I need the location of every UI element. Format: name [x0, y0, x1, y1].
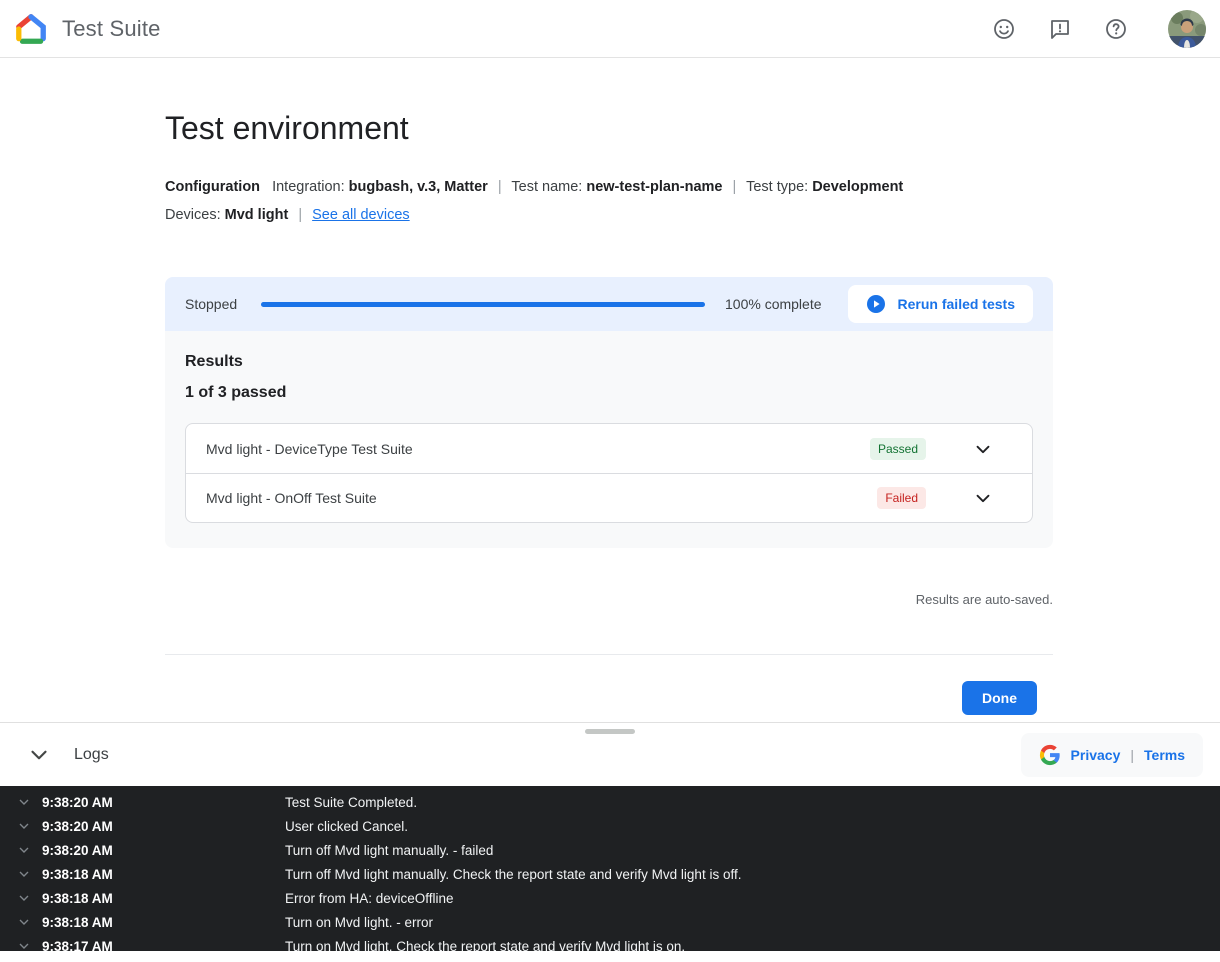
privacy-link[interactable]: Privacy	[1071, 747, 1121, 763]
chevron-down-icon[interactable]	[16, 866, 34, 882]
see-all-devices-link[interactable]: See all devices	[312, 207, 410, 223]
google-logo-icon	[1039, 744, 1061, 766]
status-badge-failed: Failed	[877, 487, 926, 509]
log-message: User clicked Cancel.	[285, 819, 408, 834]
chevron-down-icon[interactable]	[16, 794, 34, 810]
integration-value: bugbash, v.3, Matter	[349, 179, 488, 195]
integration-label: Integration:	[272, 179, 345, 195]
result-name: Mvd light - OnOff Test Suite	[206, 490, 877, 506]
log-message: Turn off Mvd light manually. - failed	[285, 843, 493, 858]
configuration-block: Configuration Integration: bugbash, v.3,…	[165, 173, 1053, 229]
log-timestamp: 9:38:20 AM	[42, 843, 285, 858]
log-row: 9:38:20 AM Turn off Mvd light manually. …	[0, 838, 1220, 862]
test-type-value: Development	[812, 179, 903, 195]
chevron-down-icon[interactable]	[972, 487, 994, 509]
chevron-down-icon[interactable]	[972, 438, 994, 460]
log-message: Error from HA: deviceOffline	[285, 891, 454, 906]
test-name-label: Test name:	[511, 179, 582, 195]
chevron-down-icon[interactable]	[16, 938, 34, 951]
log-timestamp: 9:38:20 AM	[42, 795, 285, 810]
results-summary: 1 of 3 passed	[185, 384, 1033, 402]
log-row: 9:38:20 AM Test Suite Completed.	[0, 790, 1220, 814]
log-row: 9:38:20 AM User clicked Cancel.	[0, 814, 1220, 838]
progress-bar	[261, 302, 705, 307]
autosave-note: Results are auto-saved.	[165, 592, 1053, 607]
logs-bar: Logs Privacy | Terms	[0, 722, 1220, 786]
terms-link[interactable]: Terms	[1144, 747, 1185, 763]
page-title: Test environment	[165, 110, 1053, 147]
separator: |	[298, 207, 302, 223]
avatar-image	[1168, 10, 1206, 48]
test-type-label: Test type:	[746, 179, 808, 195]
logs-title: Logs	[74, 746, 109, 764]
chevron-down-icon[interactable]	[16, 818, 34, 834]
progress-strip: Stopped 100% complete Rerun failed tests	[165, 277, 1053, 331]
main-content: Test environment Configuration Integrati…	[165, 110, 1053, 715]
chevron-down-icon[interactable]	[16, 914, 34, 930]
separator: |	[498, 179, 502, 195]
log-timestamp: 9:38:17 AM	[42, 939, 285, 952]
results-list: Mvd light - DeviceType Test Suite Passed…	[185, 423, 1033, 523]
panel-drag-handle[interactable]	[585, 729, 635, 734]
log-row: 9:38:18 AM Turn off Mvd light manually. …	[0, 862, 1220, 886]
devices-label: Devices:	[165, 207, 221, 223]
feedback-smiley-icon[interactable]	[992, 17, 1016, 41]
header-actions	[992, 10, 1206, 48]
results-title: Results	[185, 353, 1033, 371]
status-card: Stopped 100% complete Rerun failed tests…	[165, 277, 1053, 548]
devices-line: Devices: Mvd light | See all devices	[165, 201, 1053, 229]
footer-divider	[165, 654, 1053, 655]
google-home-logo-icon	[14, 12, 48, 46]
log-timestamp: 9:38:18 AM	[42, 867, 285, 882]
rerun-button-label: Rerun failed tests	[898, 296, 1015, 312]
log-message: Test Suite Completed.	[285, 795, 417, 810]
separator: |	[1130, 747, 1134, 763]
result-row[interactable]: Mvd light - OnOff Test Suite Failed	[186, 473, 1032, 522]
send-feedback-icon[interactable]	[1048, 17, 1072, 41]
progress-label: 100% complete	[725, 296, 822, 312]
configuration-label: Configuration	[165, 179, 260, 195]
done-button[interactable]: Done	[962, 681, 1037, 715]
logs-collapse-chevron-icon[interactable]	[26, 742, 52, 768]
log-row: 9:38:18 AM Error from HA: deviceOffline	[0, 886, 1220, 910]
log-timestamp: 9:38:18 AM	[42, 915, 285, 930]
log-timestamp: 9:38:18 AM	[42, 891, 285, 906]
avatar[interactable]	[1168, 10, 1206, 48]
separator: |	[733, 179, 737, 195]
test-name-value: new-test-plan-name	[586, 179, 722, 195]
log-message: Turn on Mvd light. Check the report stat…	[285, 939, 685, 952]
rerun-failed-tests-button[interactable]: Rerun failed tests	[848, 285, 1033, 323]
log-timestamp: 9:38:20 AM	[42, 819, 285, 834]
devices-value: Mvd light	[225, 207, 289, 223]
legal-card: Privacy | Terms	[1021, 733, 1203, 777]
done-row: Done	[165, 681, 1053, 715]
log-panel: 9:38:20 AM Test Suite Completed. 9:38:20…	[0, 786, 1220, 951]
app-header: Test Suite	[0, 0, 1220, 58]
chevron-down-icon[interactable]	[16, 842, 34, 858]
result-name: Mvd light - DeviceType Test Suite	[206, 441, 870, 457]
log-row: 9:38:18 AM Turn on Mvd light. - error	[0, 910, 1220, 934]
log-row: 9:38:17 AM Turn on Mvd light. Check the …	[0, 934, 1220, 951]
progress-bar-fill	[261, 302, 705, 307]
log-message: Turn on Mvd light. - error	[285, 915, 433, 930]
app-title: Test Suite	[62, 16, 161, 42]
results-section: Results 1 of 3 passed Mvd light - Device…	[165, 331, 1053, 548]
status-state: Stopped	[185, 296, 237, 312]
help-icon[interactable]	[1104, 17, 1128, 41]
log-message: Turn off Mvd light manually. Check the r…	[285, 867, 741, 882]
result-row[interactable]: Mvd light - DeviceType Test Suite Passed	[186, 424, 1032, 473]
chevron-down-icon[interactable]	[16, 890, 34, 906]
configuration-line: Configuration Integration: bugbash, v.3,…	[165, 173, 1053, 201]
status-badge-passed: Passed	[870, 438, 926, 460]
play-icon	[866, 294, 886, 314]
